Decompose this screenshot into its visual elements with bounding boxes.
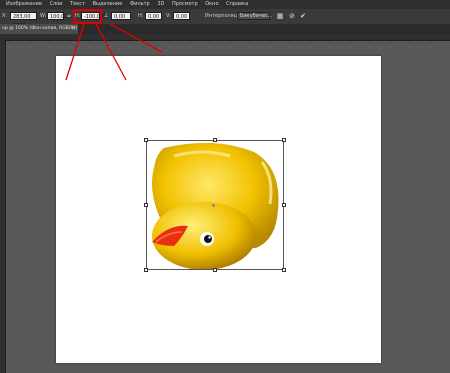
annotation-arrow-3 xyxy=(109,23,163,53)
annotation-arrows xyxy=(65,23,163,81)
annotation-arrow-2 xyxy=(95,23,127,81)
annotation-arrow-1 xyxy=(65,23,85,81)
